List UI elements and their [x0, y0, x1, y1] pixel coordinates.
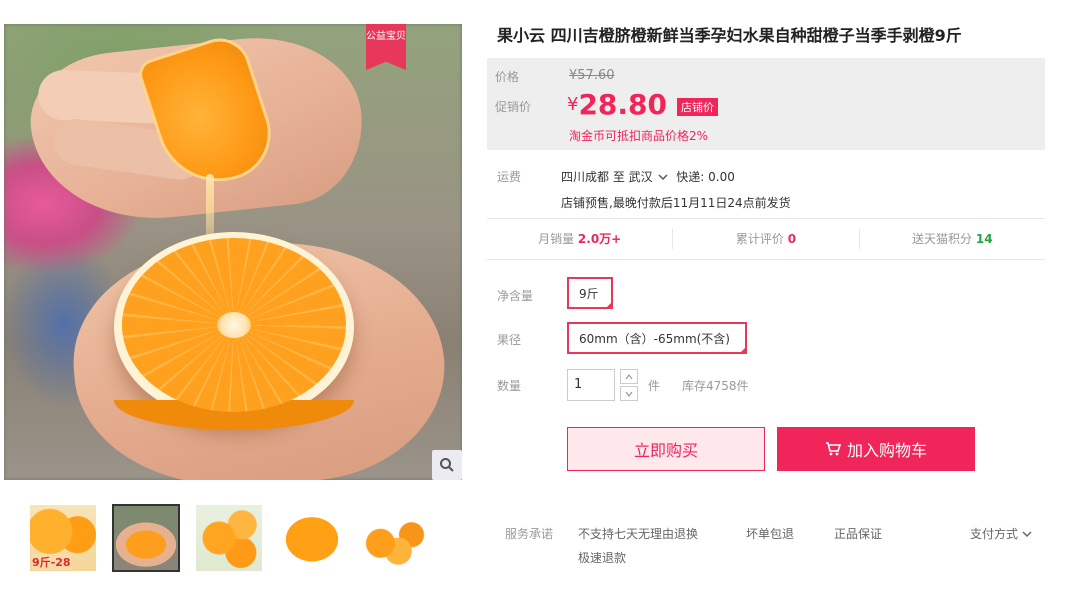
thumbnail-4[interactable]	[279, 505, 345, 571]
chevron-down-icon[interactable]	[658, 173, 668, 181]
fruit-size-label: 果径	[497, 333, 522, 347]
chevron-down-icon	[625, 391, 633, 397]
shipping-route[interactable]: 四川成都 至 武汉	[561, 170, 653, 184]
service-bad-fruit[interactable]: 坏单包退	[746, 525, 794, 542]
product-title: 果小云 四川吉橙脐橙新鲜当季孕妇水果自种甜橙子当季手剥橙9斤	[497, 26, 962, 45]
total-reviews[interactable]: 累计评价 0	[673, 229, 860, 249]
thumbnail-price-tag: 9斤-28	[32, 554, 71, 570]
service-genuine[interactable]: 正品保证	[834, 525, 882, 542]
shipping-express: 快递: 0.00	[676, 170, 735, 184]
promo-price-value: 28.80	[578, 88, 668, 121]
fruit-size-option[interactable]: 60mm（含）-65mm(不含)	[567, 322, 747, 354]
points-value: 14	[975, 232, 993, 246]
original-price: ¥57.60	[569, 68, 615, 83]
zoom-button[interactable]	[432, 450, 462, 480]
shipping-note: 店铺预售,最晚付款后11月11日24点前发货	[561, 196, 791, 210]
shipping-info: 四川成都 至 武汉 快递: 0.00	[561, 168, 735, 185]
cart-icon	[825, 442, 841, 456]
net-content-option[interactable]: 9斤	[567, 277, 613, 309]
main-product-image[interactable]	[4, 24, 462, 480]
quantity-label: 数量	[497, 379, 522, 393]
service-label: 服务承诺	[505, 527, 554, 541]
monthly-sales-value: 2.0万+	[577, 232, 622, 246]
thumbnail-1[interactable]: 9斤-28	[30, 505, 96, 571]
price-panel: 价格 ¥57.60 促销价 ¥28.80 店铺价 淘金币可抵扣商品价格2%	[487, 58, 1045, 150]
payment-label: 支付方式	[970, 527, 1019, 541]
quantity-unit: 件	[648, 379, 661, 393]
add-to-cart-button[interactable]: 加入购物车	[777, 427, 975, 471]
promo-price-label: 促销价	[495, 100, 532, 114]
promo-price: ¥28.80	[567, 88, 667, 121]
payment-methods[interactable]: 支付方式	[970, 525, 1032, 542]
add-to-cart-label: 加入购物车	[846, 441, 927, 460]
shipping-label: 运费	[497, 170, 522, 184]
chevron-up-icon	[625, 373, 633, 379]
service-no-return[interactable]: 不支持七天无理由退换	[578, 525, 698, 542]
service-fast-refund[interactable]: 极速退款	[578, 549, 626, 566]
quantity-decrease-button[interactable]	[620, 386, 638, 401]
tmall-points: 送天猫积分 14	[912, 232, 993, 246]
promo-tag: 店铺价	[677, 98, 718, 116]
quantity-input[interactable]: 1	[567, 369, 615, 401]
shipping-row: 运费	[497, 168, 563, 185]
buy-now-button[interactable]: 立即购买	[567, 427, 765, 471]
search-icon	[440, 458, 454, 472]
thumbnail-strip: 9斤-28	[30, 504, 428, 572]
original-price-label: 价格	[495, 70, 520, 84]
stats-bar: 月销量 2.0万+ 累计评价 0 送天猫积分 14	[487, 218, 1045, 260]
thumbnail-3[interactable]	[196, 505, 262, 571]
stock-count: 库存4758件	[682, 379, 749, 393]
orange-half	[114, 232, 354, 430]
currency-symbol: ¥	[567, 94, 579, 115]
monthly-sales: 月销量 2.0万+	[487, 229, 674, 249]
thumbnail-5[interactable]	[362, 505, 428, 571]
chevron-down-icon	[1022, 530, 1032, 537]
reviews-value: 0	[787, 232, 797, 246]
quantity-increase-button[interactable]	[620, 369, 638, 384]
net-content-label: 净含量	[497, 289, 534, 303]
points-note[interactable]: 淘金币可抵扣商品价格2%	[569, 127, 708, 144]
thumbnail-2[interactable]	[112, 504, 180, 572]
